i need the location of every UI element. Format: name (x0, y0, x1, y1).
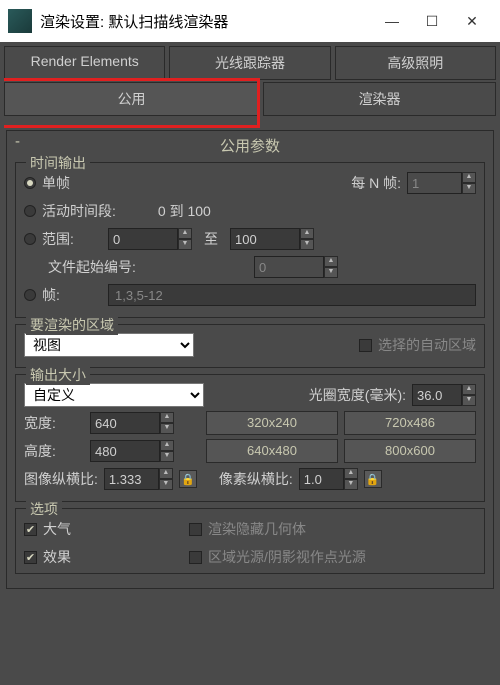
checkbox-render-hidden[interactable] (189, 523, 202, 536)
maximize-button[interactable]: ☐ (412, 6, 452, 36)
spinner-width[interactable]: ▲▼ (90, 412, 174, 434)
label-img-aspect: 图像纵横比: (24, 469, 98, 489)
label-active-segment: 活动时间段: (42, 201, 116, 221)
label-atmosphere: 大气 (43, 519, 183, 539)
tab-render-elements[interactable]: Render Elements (4, 46, 165, 80)
label-width: 宽度: (24, 413, 84, 433)
label-file-start: 文件起始编号: (48, 257, 248, 277)
tab-raytracer[interactable]: 光线跟踪器 (169, 46, 330, 80)
label-single-frame: 单帧 (42, 173, 70, 193)
preset-320x240[interactable]: 320x240 (206, 411, 338, 435)
lock-pix-aspect-icon[interactable]: 🔒 (364, 470, 382, 488)
label-area-lights: 区域光源/阴影视作点光源 (208, 547, 366, 567)
spinner-aperture[interactable]: ▲▼ (412, 384, 476, 406)
spinner-range-to[interactable]: ▲▼ (230, 228, 314, 250)
checkbox-area-lights[interactable] (189, 551, 202, 564)
spinner-pix-aspect[interactable]: ▲▼ (299, 468, 358, 490)
dropdown-area[interactable]: 视图 (24, 333, 194, 357)
label-effects: 效果 (43, 547, 183, 567)
app-icon (8, 9, 32, 33)
spinner-every-n[interactable]: ▲▼ (407, 172, 476, 194)
panel-title: 公用参数 (220, 138, 280, 155)
spinner-img-aspect[interactable]: ▲▼ (104, 468, 173, 490)
group-output-size: 输出大小 (26, 365, 90, 385)
group-time-output: 时间输出 (26, 153, 90, 173)
spinner-file-start[interactable]: ▲▼ (254, 256, 338, 278)
label-active-range: 0 到 100 (158, 201, 211, 221)
checkbox-auto-region[interactable] (359, 339, 372, 352)
group-area: 要渲染的区域 (26, 315, 118, 335)
label-pix-aspect: 像素纵横比: (219, 469, 293, 489)
lock-img-aspect-icon[interactable]: 🔒 (179, 470, 197, 488)
label-auto-region: 选择的自动区域 (378, 335, 476, 355)
collapse-icon[interactable]: - (15, 133, 20, 150)
label-frames: 帧: (42, 285, 102, 305)
radio-single-frame[interactable] (24, 177, 36, 189)
preset-640x480[interactable]: 640x480 (206, 439, 338, 463)
radio-frames[interactable] (24, 289, 36, 301)
preset-720x486[interactable]: 720x486 (344, 411, 476, 435)
radio-active-segment[interactable] (24, 205, 36, 217)
minimize-button[interactable]: — (372, 6, 412, 36)
label-range-to: 至 (204, 229, 218, 249)
spinner-height[interactable]: ▲▼ (90, 440, 174, 462)
radio-range[interactable] (24, 233, 36, 245)
tab-renderer[interactable]: 渲染器 (263, 82, 496, 116)
spinner-range-from[interactable]: ▲▼ (108, 228, 192, 250)
label-aperture: 光圈宽度(毫米): (309, 385, 406, 405)
group-options: 选项 (26, 499, 62, 519)
checkbox-effects[interactable] (24, 551, 37, 564)
label-every-n: 每 N 帧: (351, 173, 401, 193)
preset-800x600[interactable]: 800x600 (344, 439, 476, 463)
input-frames[interactable] (108, 284, 476, 306)
dropdown-output-size[interactable]: 自定义 (24, 383, 204, 407)
tab-advanced-lighting[interactable]: 高级照明 (335, 46, 496, 80)
label-range: 范围: (42, 229, 102, 249)
label-render-hidden: 渲染隐藏几何体 (208, 519, 306, 539)
checkbox-atmosphere[interactable] (24, 523, 37, 536)
label-height: 高度: (24, 441, 84, 461)
window-title: 渲染设置: 默认扫描线渲染器 (40, 11, 372, 32)
close-button[interactable]: ✕ (452, 6, 492, 36)
tab-common[interactable]: 公用 (4, 82, 259, 116)
